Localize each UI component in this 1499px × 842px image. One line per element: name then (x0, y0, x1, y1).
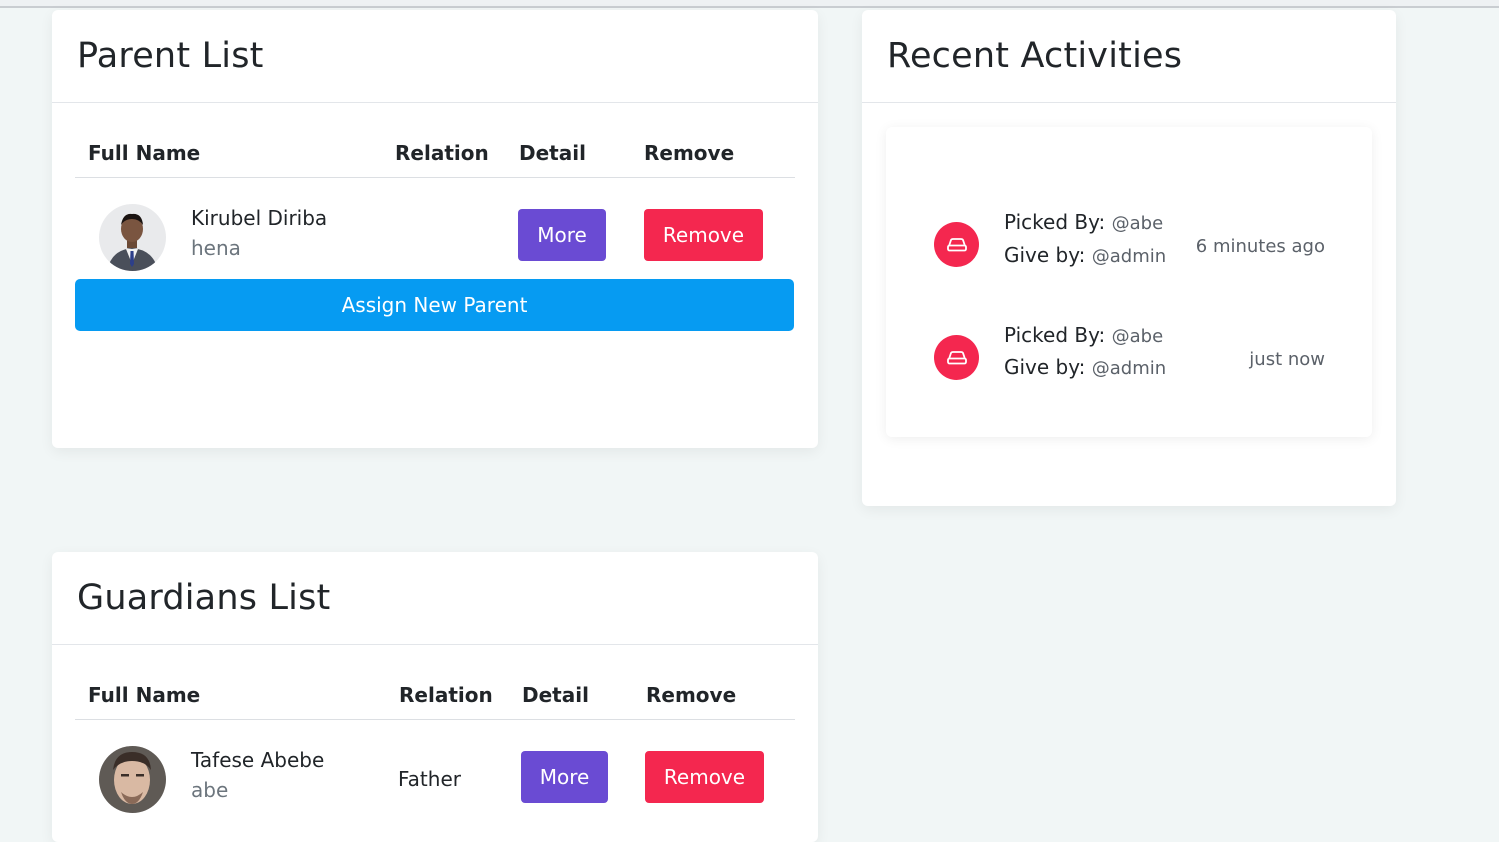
activity-item: Picked By: @abe Give by: @admin just now (886, 323, 1372, 393)
parent-list-title: Parent List (77, 36, 264, 76)
activity-item: Picked By: @abe Give by: @admin 6 minute… (886, 210, 1372, 280)
remove-button[interactable]: Remove (645, 751, 764, 803)
give-by-label: Give by: (1004, 355, 1086, 379)
browser-top-edge (0, 0, 1499, 8)
activity-picked-by: Picked By: @abe (1004, 210, 1163, 234)
picked-by-label: Picked By: (1004, 210, 1106, 234)
remove-button[interactable]: Remove (644, 209, 763, 261)
column-full-name: Full Name (88, 141, 201, 165)
parent-username: hena (191, 236, 241, 260)
guardian-username: abe (191, 778, 229, 802)
activity-list: Picked By: @abe Give by: @admin 6 minute… (886, 127, 1372, 437)
guardians-table: Full Name Relation Detail Remove Tafese … (75, 660, 795, 838)
guardians-table-header: Full Name Relation Detail Remove (75, 660, 795, 720)
car-icon (934, 335, 979, 380)
recent-activities-title: Recent Activities (887, 36, 1183, 76)
column-remove: Remove (644, 141, 735, 165)
activity-time: just now (1249, 349, 1325, 370)
activity-give-by: Give by: @admin (1004, 355, 1166, 379)
column-relation: Relation (399, 683, 493, 707)
avatar (99, 746, 166, 813)
guardians-list-card: Guardians List Full Name Relation Detail… (52, 552, 818, 842)
column-remove: Remove (646, 683, 737, 707)
car-icon (934, 222, 979, 267)
parent-table-header: Full Name Relation Detail Remove (75, 118, 795, 178)
assign-new-parent-button[interactable]: Assign New Parent (75, 279, 794, 331)
parent-name: Kirubel Diriba (191, 206, 328, 230)
parent-list-card: Parent List Full Name Relation Detail Re… (52, 10, 818, 448)
activity-picked-by: Picked By: @abe (1004, 323, 1163, 347)
guardian-name: Tafese Abebe (191, 748, 325, 772)
picked-by-handle: @abe (1111, 326, 1164, 347)
picked-by-handle: @abe (1111, 213, 1164, 234)
guardian-relation: Father (398, 767, 461, 791)
recent-activities-header: Recent Activities (862, 10, 1396, 103)
give-by-label: Give by: (1004, 243, 1086, 267)
guardians-list-header: Guardians List (52, 552, 818, 645)
parent-list-header: Parent List (52, 10, 818, 103)
give-by-handle: @admin (1091, 246, 1167, 267)
activity-time: 6 minutes ago (1195, 236, 1325, 257)
column-detail: Detail (522, 683, 589, 707)
column-detail: Detail (519, 141, 586, 165)
picked-by-label: Picked By: (1004, 323, 1106, 347)
more-button[interactable]: More (521, 751, 608, 803)
column-relation: Relation (395, 141, 489, 165)
guardians-list-title: Guardians List (77, 578, 331, 618)
activity-give-by: Give by: @admin (1004, 243, 1166, 267)
parent-table: Full Name Relation Detail Remove Kirubel… (75, 118, 795, 296)
give-by-handle: @admin (1091, 358, 1167, 379)
recent-activities-card: Recent Activities Picked By: @abe Give b… (862, 10, 1396, 506)
table-row: Tafese Abebe abe Father More Remove (75, 720, 795, 838)
avatar (99, 204, 166, 271)
column-full-name: Full Name (88, 683, 201, 707)
more-button[interactable]: More (518, 209, 606, 261)
